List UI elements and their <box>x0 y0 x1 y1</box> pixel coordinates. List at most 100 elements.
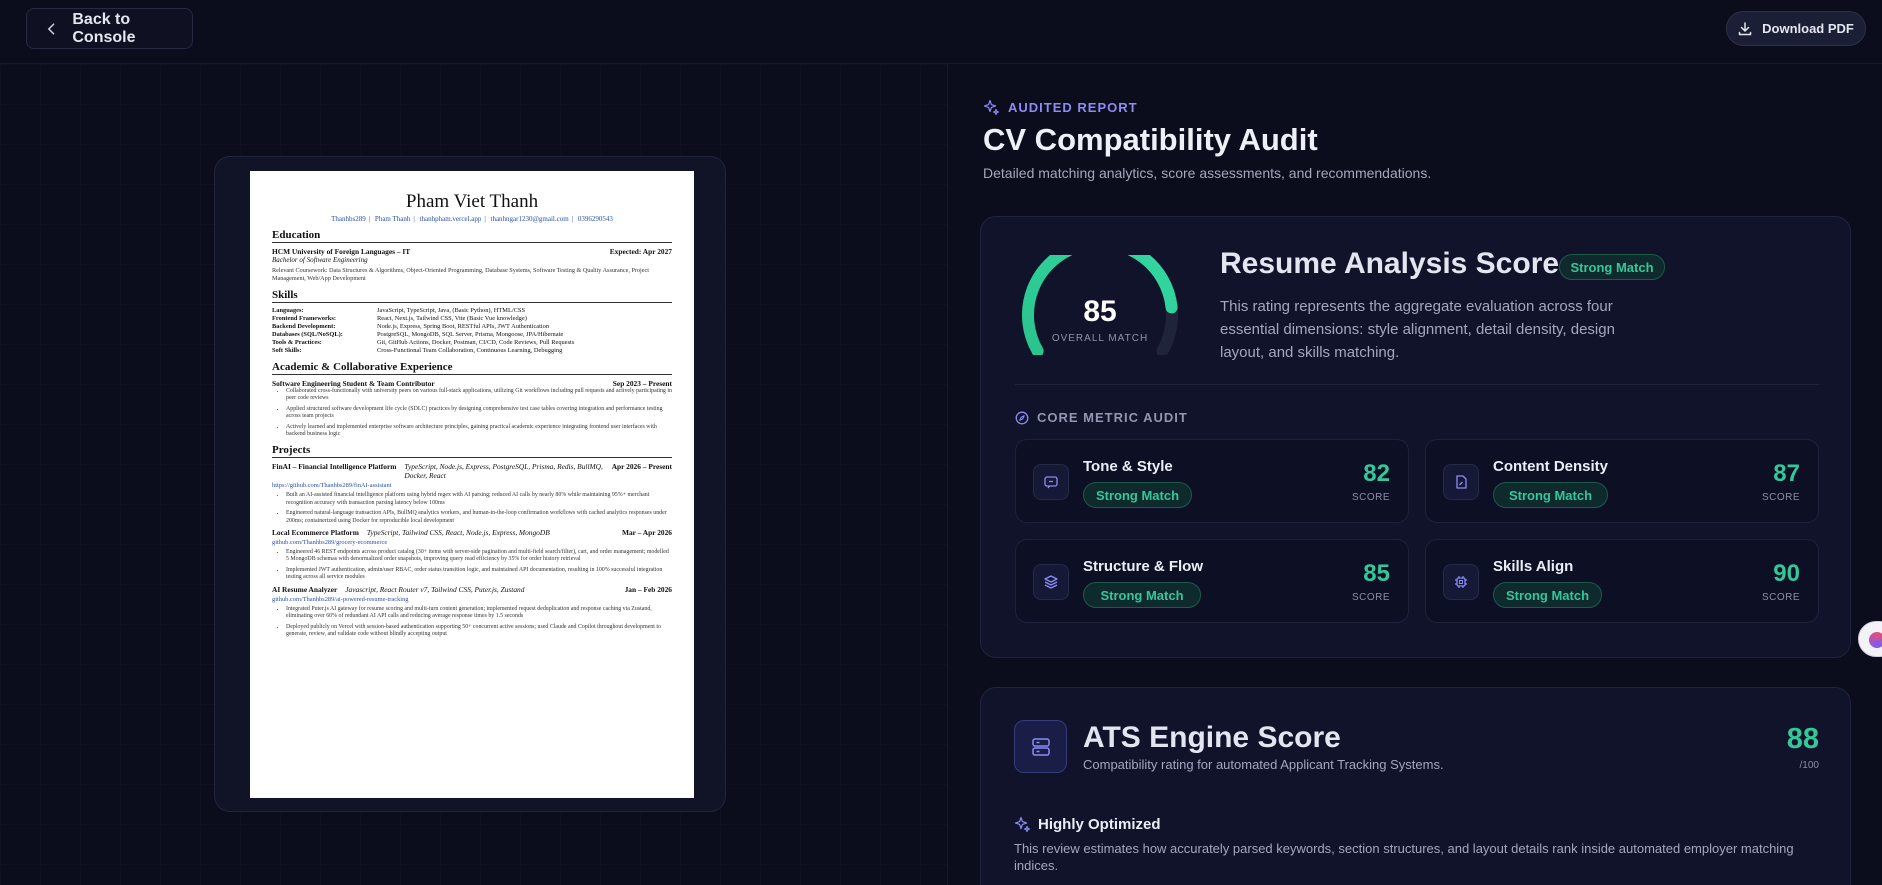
coursework: Relevant Coursework: Data Structures & A… <box>272 267 649 282</box>
metric-card-skills-align[interactable]: Skills Align Strong Match 90 SCORE <box>1425 539 1819 623</box>
overall-score-value: 85 <box>1083 295 1117 328</box>
ats-score: 88 <box>1786 723 1819 755</box>
metric-badge: Strong Match <box>1493 582 1602 608</box>
analysis-description: This rating represents the aggregate eva… <box>1220 298 1615 361</box>
bullet: Built an AI-assisted financial intellige… <box>286 492 672 507</box>
resume-frame: Pham Viet Thanh Thanhbs289 | Pham Thanh | … <box>214 156 726 812</box>
project-entry: Local Ecommerce Platform TypeScript, Tail… <box>272 528 672 582</box>
contact-email[interactable]: thanhngar1230@gmail.com <box>491 215 569 223</box>
ats-subtitle: Compatibility rating for automated Appli… <box>1083 757 1444 772</box>
metric-name: Structure & Flow <box>1083 558 1204 575</box>
bullet: Implemented JWT authentication, admin/us… <box>286 567 672 582</box>
resume-contacts: Thanhbs289 | Pham Thanh | thanhpham.vercel… <box>331 215 613 223</box>
metric-badge: Strong Match <box>1083 582 1201 608</box>
chevron-left-icon <box>47 22 55 35</box>
school-row: HCM University of Foreign Languages – IT… <box>272 247 672 256</box>
resume-analysis-card: 85 OVERALL MATCH Resume Analysis Score S… <box>980 216 1851 658</box>
ats-engine-card: ATS Engine Score Compatibility rating fo… <box>980 687 1851 885</box>
download-icon <box>1738 21 1752 35</box>
eyebrow-label: AUDITED REPORT <box>1008 100 1138 115</box>
role-date: Sep 2023 – Present <box>612 379 672 388</box>
chat-icon <box>1033 464 1069 500</box>
metric-score: 82 <box>1363 460 1390 487</box>
bullet: Engineered natural-language transaction … <box>286 510 672 525</box>
metric-unit: SCORE <box>1761 492 1800 503</box>
role-bullets: Collaborated cross-functionally with uni… <box>272 388 672 438</box>
analysis-title: Resume Analysis Score <box>1220 247 1560 280</box>
bullet: Integrated Puter.js AI gateway for resum… <box>286 606 672 621</box>
metric-card-structure-flow[interactable]: Structure & Flow Strong Match 85 SCORE <box>1015 539 1409 623</box>
metric-score: 90 <box>1773 560 1800 587</box>
resume-preview-pane: Pham Viet Thanh Thanhbs289 | Pham Thanh | … <box>0 64 948 885</box>
school-date: Expected: Apr 2027 <box>609 247 672 256</box>
resume-name: Pham Viet Thanh <box>405 191 539 212</box>
role-title: Software Engineering Student & Team Cont… <box>272 379 435 388</box>
bullet: Applied structured software development … <box>286 406 672 421</box>
chip-icon <box>1443 564 1479 600</box>
project-link[interactable]: https://github.com/Thanhbs289/finAI-assi… <box>272 482 672 489</box>
skill-row: Languages: JavaScript, TypeScript, Java, … <box>272 307 526 314</box>
contact-linkedin[interactable]: Pham Thanh <box>375 215 410 223</box>
bullet: Engineered 46 REST endpoints across prod… <box>286 549 672 564</box>
download-pdf-button[interactable]: Download PDF <box>1726 11 1866 46</box>
sparkle-icon <box>983 99 1000 116</box>
metric-name: Tone & Style <box>1083 458 1173 475</box>
bullet: Actively learned and implemented enterpr… <box>286 424 672 439</box>
metric-card-content-density[interactable]: Content Density Strong Match 87 SCORE <box>1425 439 1819 523</box>
analysis-status-badge: Strong Match <box>1559 254 1665 280</box>
metric-unit: SCORE <box>1761 592 1800 603</box>
back-button-label: Back to Console <box>72 10 136 46</box>
ats-status-label: Highly Optimized <box>1038 816 1161 833</box>
skills-list: Languages: JavaScript, TypeScript, Java, … <box>272 307 672 355</box>
sparkle-icon <box>1014 816 1031 833</box>
download-label: Download PDF <box>1762 21 1854 36</box>
back-to-console-button[interactable]: Back to Console <box>26 8 193 49</box>
project-link[interactable]: github.com/Thanhbs289/ai-powered-resume-… <box>272 596 672 603</box>
contact-github[interactable]: Thanhbs289 <box>331 215 366 223</box>
metric-card-tone-style[interactable]: Tone & Style Strong Match 82 SCORE <box>1015 439 1409 523</box>
ats-description: This review estimates how accurately par… <box>1014 841 1794 873</box>
bullet: Collaborated cross-functionally with uni… <box>286 388 672 403</box>
page-title: CV Compatibility Audit <box>983 122 1318 157</box>
skill-row: Soft Skills: Cross-Functional Team Collab… <box>272 347 563 354</box>
experience-heading: Academic & Collaborative Experience <box>272 361 672 375</box>
overall-score-label: OVERALL MATCH <box>1051 333 1149 344</box>
metric-score: 85 <box>1363 560 1390 587</box>
resume-document[interactable]: Pham Viet Thanh Thanhbs289 | Pham Thanh | … <box>250 171 694 798</box>
contact-phone: 0396290543 <box>577 215 613 223</box>
skill-row: Frontend Frameworks: React, Next.js, Tail… <box>272 315 527 322</box>
metric-badge: Strong Match <box>1493 482 1608 508</box>
skill-row: Tools & Practices: Git, GitHub Actions, D… <box>272 339 575 346</box>
skill-row: Backend Development: Node.js, Express, Sp… <box>272 323 550 330</box>
top-bar: Back to Console Download PDF <box>0 0 1882 64</box>
page-subtitle: Detailed matching analytics, score asses… <box>983 165 1432 181</box>
metric-unit: SCORE <box>1351 592 1390 603</box>
report-eyebrow: AUDITED REPORT <box>983 99 1138 116</box>
skills-heading: Skills <box>272 289 672 303</box>
layers-icon <box>1033 564 1069 600</box>
ats-status: Highly Optimized <box>1014 816 1161 833</box>
education-heading: Education <box>272 229 672 243</box>
server-icon <box>1014 720 1067 773</box>
compass-icon <box>1015 411 1029 424</box>
project-link[interactable]: github.com/Thanhbs289/grocery-ecommerce <box>272 539 672 546</box>
divider <box>1015 384 1819 385</box>
project-entry: FinAI – Financial Intelligence Platform T… <box>272 462 672 525</box>
metric-unit: SCORE <box>1351 492 1390 503</box>
projects-heading: Projects <box>272 444 672 459</box>
metric-badge: Strong Match <box>1083 482 1192 508</box>
assistant-icon <box>1869 632 1882 648</box>
bullet: Deployed publicly on Vercel with session… <box>286 624 672 639</box>
school-name: HCM University of Foreign Languages – IT <box>272 247 411 256</box>
skill-row: Databases (SQL/NoSQL): PostgreSQL, MongoD… <box>272 331 564 338</box>
document-icon <box>1443 464 1479 500</box>
core-metric-heading: CORE METRIC AUDIT <box>1015 410 1188 425</box>
report-pane: AUDITED REPORT CV Compatibility Audit De… <box>949 64 1882 885</box>
ats-score-unit: /100 <box>1799 760 1819 771</box>
degree: Bachelor of Software Engineering <box>272 256 368 264</box>
project-entry: AI Resume Analyzer Javascript, React Rout… <box>272 585 672 639</box>
core-metric-label: CORE METRIC AUDIT <box>1037 410 1188 425</box>
contact-website[interactable]: thanhpham.vercel.app <box>420 215 482 223</box>
metric-name: Content Density <box>1493 458 1609 475</box>
metric-score: 87 <box>1773 460 1800 487</box>
